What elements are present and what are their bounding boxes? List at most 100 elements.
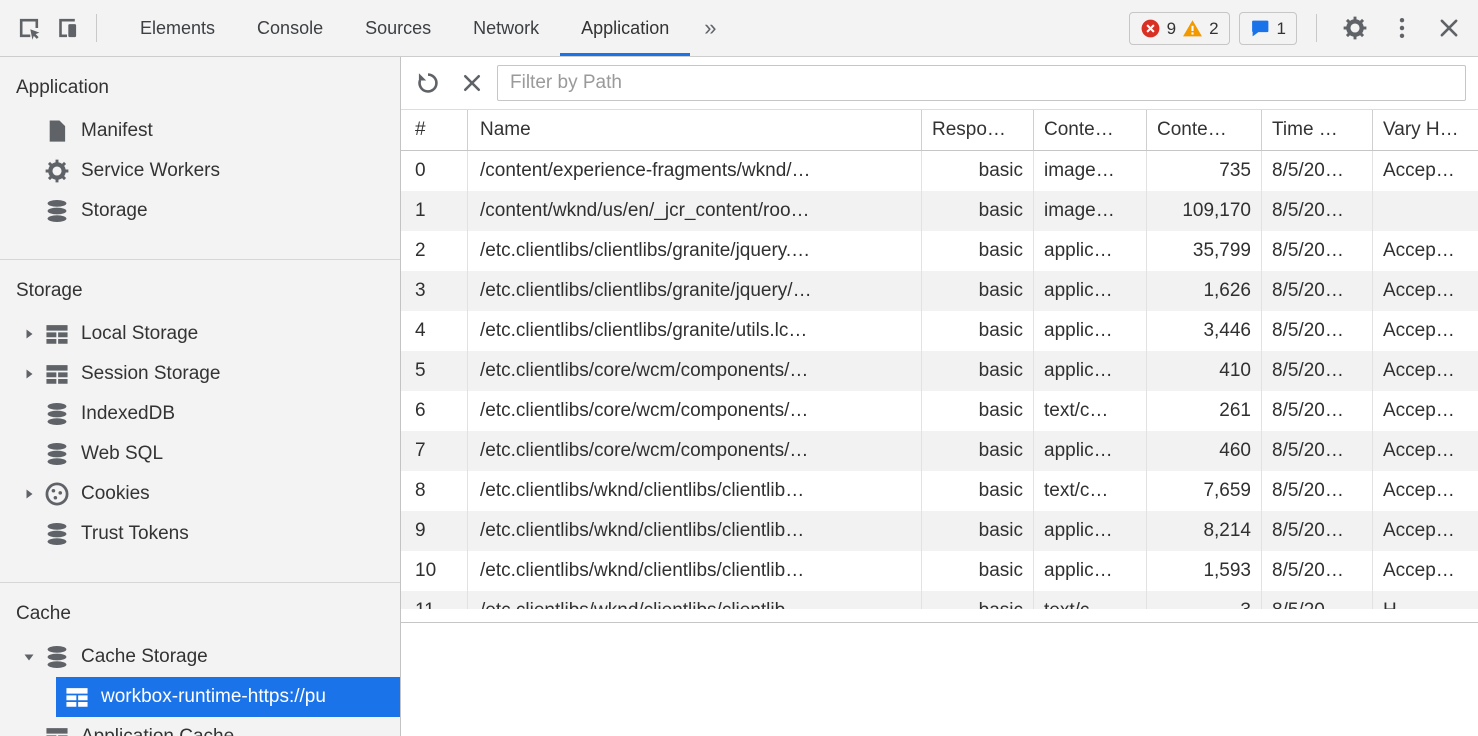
console-errors-warnings-badge[interactable]: 9 2 (1129, 12, 1230, 45)
cell-response_type: basic (922, 231, 1034, 271)
tab-sources[interactable]: Sources (344, 0, 452, 56)
cell-content_type: text/c… (1034, 591, 1147, 609)
sidebar-item-indexeddb[interactable]: IndexedDB (0, 394, 400, 434)
table-row[interactable]: 0/content/experience-fragments/wknd/…bas… (401, 151, 1478, 191)
cell-content_length: 261 (1147, 391, 1262, 431)
sidebar-item-session-storage[interactable]: Session Storage (0, 354, 400, 394)
table-row[interactable]: 11/etc.clientlibs/wknd/clientlibs/client… (401, 591, 1478, 609)
sidebar-item-label: Service Workers (81, 160, 220, 182)
sidebar-item-web-sql[interactable]: Web SQL (0, 434, 400, 474)
cell-name: /etc.clientlibs/clientlibs/granite/jquer… (468, 231, 922, 271)
toolbar-separator (1316, 14, 1317, 42)
cell-content_type: applic… (1034, 271, 1147, 311)
sidebar-item-label: Session Storage (81, 363, 220, 385)
expander-spacer (14, 522, 44, 546)
cell-vary_header: H… (1373, 591, 1478, 609)
cell-name: /content/wknd/us/en/_jcr_content/roo… (468, 191, 922, 231)
issues-badge[interactable]: 1 (1239, 12, 1297, 45)
cell-content_type: text/c… (1034, 471, 1147, 511)
tab-application[interactable]: Application (560, 0, 690, 56)
more-options-icon[interactable] (1383, 9, 1421, 47)
expander-expanded-icon[interactable] (14, 645, 44, 669)
table-row[interactable]: 8/etc.clientlibs/wknd/clientlibs/clientl… (401, 471, 1478, 511)
table-row[interactable]: 3/etc.clientlibs/clientlibs/granite/jque… (401, 271, 1478, 311)
table-row[interactable]: 7/etc.clientlibs/core/wcm/components/…ba… (401, 431, 1478, 471)
table-row[interactable]: 5/etc.clientlibs/core/wcm/components/…ba… (401, 351, 1478, 391)
cell-name: /content/experience-fragments/wknd/… (468, 151, 922, 191)
cell-index: 2 (401, 231, 468, 271)
cache-toolbar (401, 57, 1478, 109)
toolbar-right-group: 9 2 1 (1129, 9, 1468, 47)
cell-response_type: basic (922, 591, 1034, 609)
column-header-time_cached[interactable]: Time … (1262, 110, 1373, 150)
sidebar-item-label: Manifest (81, 120, 153, 142)
more-tabs-button[interactable]: » (690, 0, 730, 56)
sidebar-item-trust-tokens[interactable]: Trust Tokens (0, 514, 400, 554)
table-row[interactable]: 9/etc.clientlibs/wknd/clientlibs/clientl… (401, 511, 1478, 551)
sidebar-item-label: Web SQL (81, 443, 163, 465)
sidebar-item-label: IndexedDB (81, 403, 175, 425)
sidebar-item-cookies[interactable]: Cookies (0, 474, 400, 514)
cell-time_cached: 8/5/20… (1262, 471, 1373, 511)
filter-by-path-input[interactable] (497, 65, 1466, 101)
sidebar-item-cache-storage[interactable]: Cache Storage (0, 637, 400, 677)
cell-time_cached: 8/5/20… (1262, 191, 1373, 231)
table-row[interactable]: 4/etc.clientlibs/clientlibs/granite/util… (401, 311, 1478, 351)
cell-vary_header (1373, 191, 1478, 231)
expander-collapsed-icon[interactable] (14, 322, 44, 346)
tab-elements[interactable]: Elements (119, 0, 236, 56)
file-icon (44, 118, 70, 144)
cache-entries-table: #NameRespo…Conte…Conte…Time …Vary H…0/co… (401, 109, 1478, 609)
horizontal-scrollbar[interactable] (401, 609, 1478, 622)
cell-time_cached: 8/5/20… (1262, 351, 1373, 391)
refresh-icon[interactable] (409, 64, 447, 102)
cell-content_length: 3 (1147, 591, 1262, 609)
sidebar-item-storage[interactable]: Storage (0, 191, 400, 231)
cell-content_type: applic… (1034, 311, 1147, 351)
expander-collapsed-icon[interactable] (14, 362, 44, 386)
cell-index: 0 (401, 151, 468, 191)
column-header-content_type[interactable]: Conte… (1034, 110, 1147, 150)
cell-index: 10 (401, 551, 468, 591)
sidebar-item-application-cache[interactable]: Application Cache (0, 717, 400, 736)
devtools-main-toolbar: ElementsConsoleSourcesNetworkApplication… (0, 0, 1478, 57)
sidebar-section-storage: StorageLocal StorageSession StorageIndex… (0, 259, 400, 582)
cell-name: /etc.clientlibs/clientlibs/granite/jquer… (468, 271, 922, 311)
settings-gear-icon[interactable] (1336, 9, 1374, 47)
sidebar-item-workbox-runtime-https-pu[interactable]: workbox-runtime-https://pu (0, 677, 400, 717)
device-toolbar-icon[interactable] (48, 9, 86, 47)
column-header-name[interactable]: Name (468, 110, 922, 150)
table-row[interactable]: 1/content/wknd/us/en/_jcr_content/roo…ba… (401, 191, 1478, 231)
sidebar-item-local-storage[interactable]: Local Storage (0, 314, 400, 354)
expander-collapsed-icon[interactable] (14, 482, 44, 506)
cell-index: 6 (401, 391, 468, 431)
cell-vary_header: Accep… (1373, 471, 1478, 511)
sidebar-item-label: Trust Tokens (81, 523, 189, 545)
cell-time_cached: 8/5/20… (1262, 431, 1373, 471)
panel-tab-bar: ElementsConsoleSourcesNetworkApplication (119, 0, 690, 56)
devtools-content: ApplicationManifestService WorkersStorag… (0, 57, 1478, 736)
application-sidebar: ApplicationManifestService WorkersStorag… (0, 57, 401, 736)
column-header-content_length[interactable]: Conte… (1147, 110, 1262, 150)
table-icon (44, 361, 70, 387)
column-header-vary_header[interactable]: Vary H… (1373, 110, 1478, 150)
sidebar-section-cache: CacheCache Storageworkbox-runtime-https:… (0, 582, 400, 736)
cell-vary_header: Accep… (1373, 271, 1478, 311)
tab-console[interactable]: Console (236, 0, 344, 56)
column-header-response_type[interactable]: Respo… (922, 110, 1034, 150)
cell-index: 9 (401, 511, 468, 551)
sidebar-section-title: Cache (0, 603, 400, 637)
cell-index: 4 (401, 311, 468, 351)
cell-response_type: basic (922, 551, 1034, 591)
close-devtools-icon[interactable] (1430, 9, 1468, 47)
tab-network[interactable]: Network (452, 0, 560, 56)
sidebar-item-service-workers[interactable]: Service Workers (0, 151, 400, 191)
table-row[interactable]: 6/etc.clientlibs/core/wcm/components/…ba… (401, 391, 1478, 431)
delete-selected-icon[interactable] (453, 64, 491, 102)
column-header-index[interactable]: # (401, 110, 468, 150)
sidebar-item-manifest[interactable]: Manifest (0, 111, 400, 151)
table-row[interactable]: 10/etc.clientlibs/wknd/clientlibs/client… (401, 551, 1478, 591)
inspect-element-icon[interactable] (10, 9, 48, 47)
table-row[interactable]: 2/etc.clientlibs/clientlibs/granite/jque… (401, 231, 1478, 271)
database-icon (44, 644, 70, 670)
